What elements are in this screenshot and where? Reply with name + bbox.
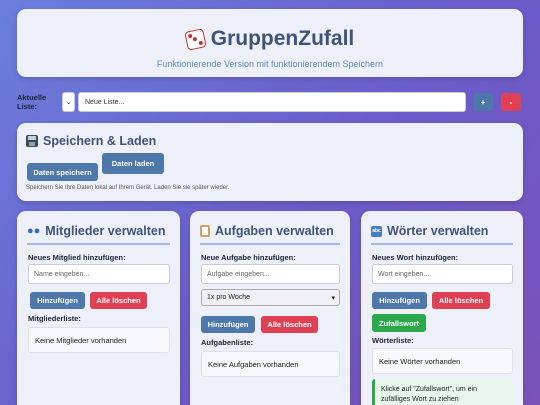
save-load-title-text: Speichern & Laden — [43, 134, 157, 148]
divider — [200, 243, 340, 245]
current-list-label: Aktuelle Liste: — [17, 93, 47, 111]
random-word-button[interactable]: Zufallswort — [372, 314, 426, 332]
clear-members-button[interactable]: Alle löschen — [90, 292, 147, 309]
add-task-button[interactable]: Hinzufügen — [201, 316, 255, 333]
people-icon: ●● — [27, 225, 41, 237]
words-card: abc Wörter verwalten Neues Wort hinzufüg… — [361, 211, 523, 405]
clear-words-button[interactable]: Alle löschen — [432, 292, 490, 309]
member-list-empty: Keine Mitglieder vorhanden — [28, 327, 170, 353]
word-list-label: Wörterliste: — [372, 336, 414, 345]
divider — [371, 243, 513, 245]
member-name-input[interactable]: Name eingeben... — [28, 264, 170, 284]
members-card: ●● Mitglieder verwalten Neues Mitglied h… — [17, 211, 180, 405]
save-load-card: Speichern & Laden Daten speichern Daten … — [17, 123, 523, 201]
new-member-label: Neues Mitglied hinzufügen: — [28, 253, 126, 262]
new-task-label: Neue Aufgabe hinzufügen: — [201, 253, 296, 262]
die-icon — [183, 27, 207, 51]
member-list-label: Mitgliederliste: — [28, 314, 81, 323]
app-title: GruppenZufall — [17, 27, 523, 51]
list-select[interactable]: ⌄ — [62, 92, 75, 112]
add-list-button[interactable]: + — [473, 93, 493, 111]
word-input[interactable]: Wort eingeben... — [372, 264, 513, 284]
load-data-button[interactable]: Daten laden — [102, 153, 164, 174]
save-data-button[interactable]: Daten speichern — [27, 163, 98, 181]
tasks-card: Aufgaben verwalten Neue Aufgabe hinzufüg… — [190, 211, 350, 405]
words-title-text: Wörter verwalten — [387, 224, 489, 238]
chevron-down-icon: ▾ — [331, 294, 335, 302]
new-list-input[interactable]: Neue Liste... — [78, 92, 466, 112]
task-list-empty: Keine Aufgaben vorhanden — [201, 351, 340, 377]
tasks-title-text: Aufgaben verwalten — [215, 224, 334, 238]
words-title: abc Wörter verwalten — [371, 224, 488, 238]
list-bar: Aktuelle Liste: ⌄ Neue Liste... + - — [17, 91, 523, 113]
app-subtitle: Funktionierende Version mit funktioniere… — [156, 59, 384, 69]
chevron-down-icon: ⌄ — [65, 99, 72, 106]
task-frequency-select[interactable]: 1x pro Woche ▾ — [201, 289, 340, 306]
members-title-text: Mitglieder verwalten — [45, 224, 166, 238]
add-word-button[interactable]: Hinzufügen — [372, 292, 427, 309]
app-title-text: GruppenZufall — [210, 27, 355, 50]
word-list-empty: Keine Wörter vorhanden — [372, 348, 513, 374]
add-member-button[interactable]: Hinzufügen — [30, 292, 85, 309]
abc-icon: abc — [371, 225, 382, 237]
task-name-input[interactable]: Aufgabe eingeben... — [201, 264, 340, 284]
new-word-label: Neues Wort hinzufügen: — [372, 253, 459, 262]
remove-list-button[interactable]: - — [501, 93, 521, 111]
save-load-title: Speichern & Laden — [26, 134, 156, 148]
divider — [27, 243, 170, 245]
app-header: GruppenZufall Funktionierende Version mi… — [17, 9, 523, 77]
save-load-hint: Speichern Sie Ihre Daten lokal auf Ihrem… — [26, 185, 230, 191]
tasks-title: Aufgaben verwalten — [200, 224, 334, 238]
task-list-label: Aufgabenliste: — [201, 338, 254, 347]
members-title: ●● Mitglieder verwalten — [27, 224, 165, 238]
random-word-info: Klicke auf "Zufallswort", um ein zufälli… — [372, 379, 513, 405]
floppy-disk-icon — [26, 135, 38, 147]
clear-tasks-button[interactable]: Alle löschen — [261, 316, 318, 333]
clipboard-icon — [200, 225, 210, 237]
task-frequency-value: 1x pro Woche — [207, 294, 251, 301]
